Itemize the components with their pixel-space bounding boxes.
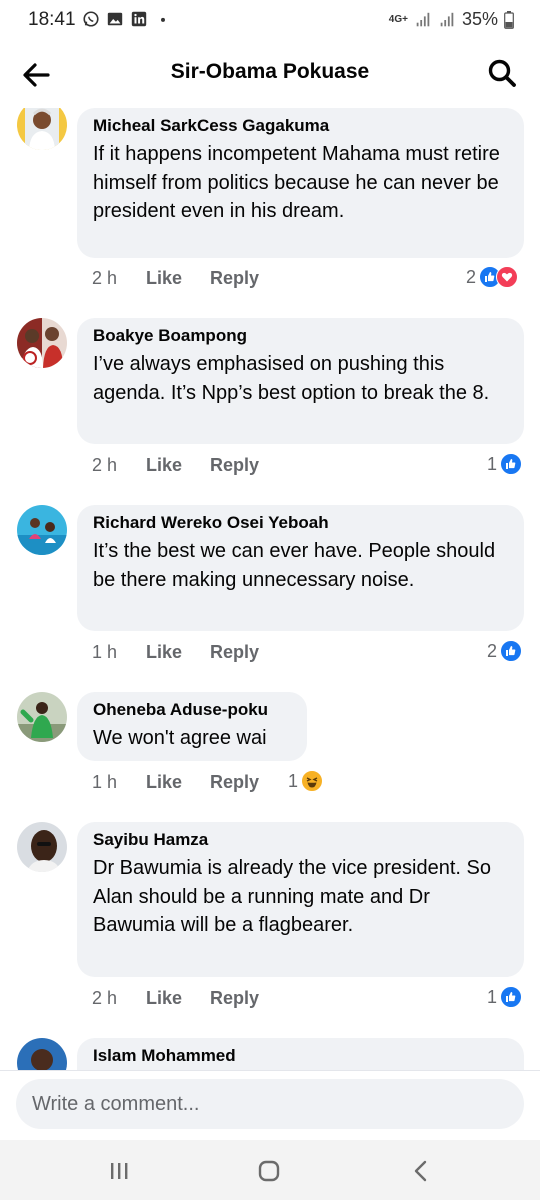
reaction-summary[interactable]: 1 (487, 986, 523, 1008)
comment-time: 2 h (92, 455, 118, 475)
linkedin-icon (131, 11, 147, 27)
battery-icon (504, 10, 514, 29)
comment-time: 1 h (92, 772, 118, 792)
recent-apps-icon[interactable] (104, 1156, 134, 1186)
home-icon[interactable] (254, 1156, 284, 1186)
avatar[interactable] (17, 1038, 67, 1070)
comment-bubble[interactable]: Oheneba Aduse-poku We won't agree wai (77, 692, 307, 761)
comment-actions: 2 h Like Reply (92, 455, 259, 476)
gallery-icon (107, 12, 123, 26)
like-button[interactable]: Like (146, 268, 210, 289)
comment-time: 2 h (92, 988, 118, 1008)
status-bar: 18:41 4G+ 35% (0, 0, 540, 40)
comment-actions: 1 h Like Reply (92, 772, 259, 793)
comment-actions: 1 h Like Reply (92, 642, 259, 663)
like-reaction-icon (500, 640, 523, 662)
reply-button[interactable]: Reply (210, 642, 259, 663)
reaction-summary[interactable]: 2 (487, 640, 523, 662)
avatar[interactable] (17, 822, 67, 872)
reaction-summary[interactable]: 2 (466, 266, 519, 288)
comment-author[interactable]: Oheneba Aduse-poku (93, 700, 291, 720)
avatar[interactable] (17, 692, 67, 742)
reaction-summary[interactable]: 1 (288, 770, 324, 792)
whatsapp-icon (83, 11, 99, 27)
reaction-count: 1 (288, 770, 299, 791)
love-reaction-icon (496, 266, 519, 288)
android-nav-bar (0, 1140, 540, 1200)
comment-text: Dr Bawumia is already the vice president… (93, 857, 491, 936)
avatar[interactable] (17, 108, 67, 150)
signal-icon-2 (440, 12, 454, 26)
like-button[interactable]: Like (146, 455, 210, 476)
status-time: 18:41 (28, 9, 76, 30)
reply-button[interactable]: Reply (210, 988, 259, 1009)
comment-bubble[interactable]: Islam Mohammed (77, 1038, 524, 1070)
comment-bubble[interactable]: Sayibu Hamza Dr Bawumia is already the v… (77, 822, 524, 977)
like-reaction-icon (500, 453, 523, 475)
comment-bubble[interactable]: Richard Wereko Osei Yeboah It’s the best… (77, 505, 524, 631)
battery-percent: 35% (461, 9, 498, 29)
comment-author[interactable]: Boakye Boampong (93, 326, 508, 346)
reaction-summary[interactable]: 1 (487, 453, 523, 475)
comment-input[interactable] (16, 1079, 524, 1129)
comment-bubble[interactable]: Micheal SarkCess Gagakuma If it happens … (77, 108, 524, 258)
header: Sir-Obama Pokuase (0, 40, 540, 108)
search-icon[interactable] (486, 57, 518, 89)
like-reaction-icon (500, 986, 523, 1008)
reaction-count: 1 (487, 986, 498, 1007)
comment-author[interactable]: Islam Mohammed (93, 1046, 508, 1066)
more-dot-icon (161, 17, 165, 22)
comment-composer (0, 1070, 540, 1141)
comment-text: If it happens incompetent Mahama must re… (93, 143, 500, 222)
like-button[interactable]: Like (146, 988, 210, 1009)
comments-list[interactable]: Micheal SarkCess Gagakuma If it happens … (0, 108, 540, 1070)
reaction-count: 1 (487, 453, 498, 474)
reply-button[interactable]: Reply (210, 268, 259, 289)
comment-author[interactable]: Sayibu Hamza (93, 830, 508, 850)
avatar[interactable] (17, 505, 67, 555)
comment-author[interactable]: Micheal SarkCess Gagakuma (93, 116, 508, 136)
reply-button[interactable]: Reply (210, 455, 259, 476)
comment-author[interactable]: Richard Wereko Osei Yeboah (93, 513, 508, 533)
system-icons: 4G+ 35% (389, 9, 514, 30)
comment-text: We won't agree wai (93, 727, 267, 749)
reaction-count: 2 (487, 640, 498, 661)
notification-icons (82, 10, 172, 28)
comment-actions: 2 h Like Reply (92, 988, 259, 1009)
comment-time: 1 h (92, 642, 118, 662)
haha-reaction-icon (301, 770, 324, 792)
back-nav-icon[interactable] (406, 1156, 436, 1186)
comment-text: It’s the best we can ever have. People s… (93, 540, 496, 591)
comment-text: I’ve always emphasised on pushing this a… (93, 353, 490, 404)
reaction-count: 2 (466, 266, 477, 287)
signal-icon (416, 12, 430, 26)
reply-button[interactable]: Reply (210, 772, 259, 793)
page-title: Sir-Obama Pokuase (170, 60, 370, 83)
comment-actions: 2 h Like Reply (92, 268, 259, 289)
comment-bubble[interactable]: Boakye Boampong I’ve always emphasised o… (77, 318, 524, 444)
network-type: 4G+ (388, 13, 408, 25)
like-button[interactable]: Like (146, 642, 210, 663)
avatar[interactable] (17, 318, 67, 368)
comment-time: 2 h (92, 268, 118, 288)
like-button[interactable]: Like (146, 772, 210, 793)
